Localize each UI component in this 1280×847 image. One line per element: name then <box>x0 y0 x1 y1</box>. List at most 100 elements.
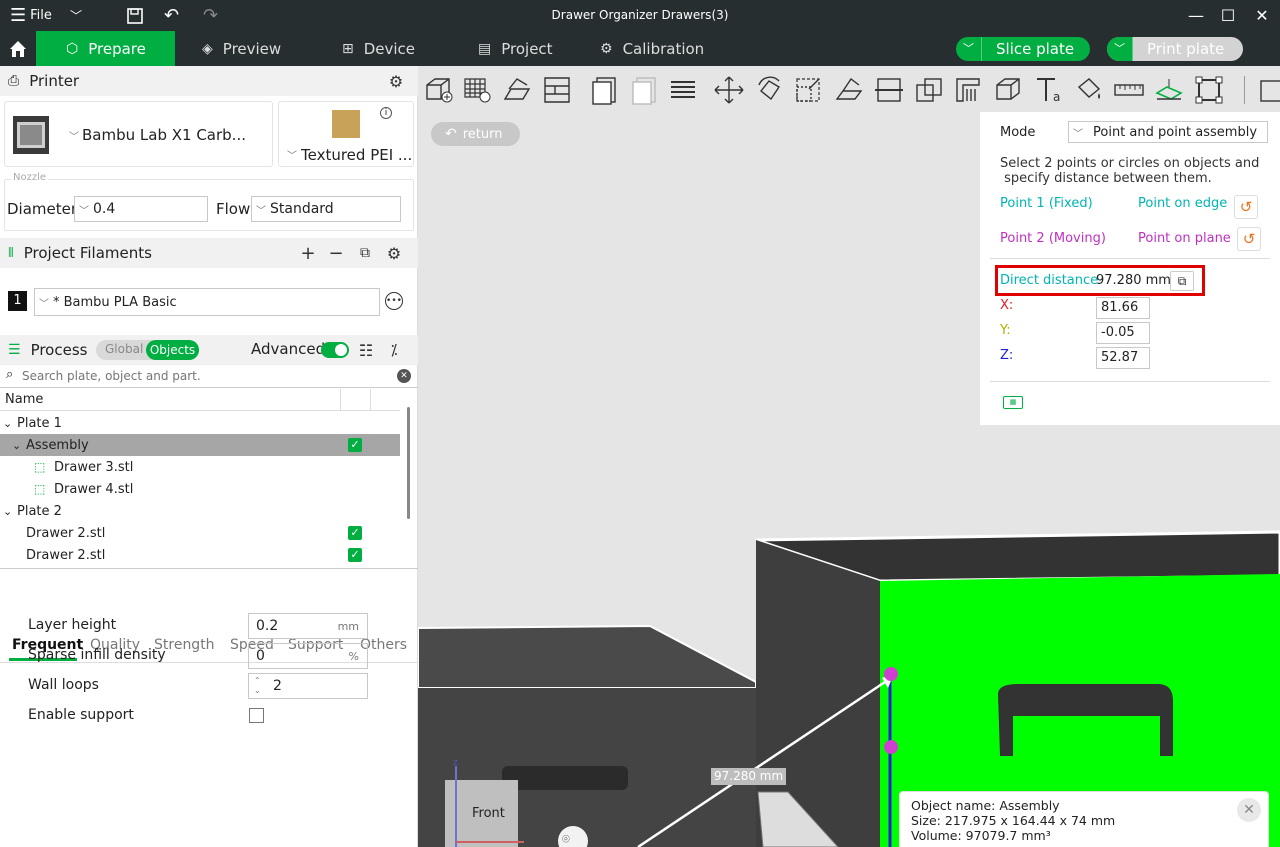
boolean-button[interactable] <box>912 74 946 106</box>
tab-preview[interactable]: ◈ Preview <box>202 31 281 66</box>
clear-search-icon[interactable]: ✕ <box>397 369 411 383</box>
cut-button[interactable] <box>872 74 906 106</box>
tree-row-plate-2[interactable]: ⌄ Plate 2 <box>0 500 400 522</box>
chevron-down-icon[interactable]: ⌄ <box>3 505 17 518</box>
process-icon: ☰ <box>8 342 21 358</box>
text-button[interactable]: a <box>1032 74 1066 106</box>
remove-filament-icon[interactable]: − <box>326 243 346 264</box>
measure-panel: Mode ﹀ Point and point assembly Select 2… <box>980 112 1280 425</box>
tree-row-part[interactable]: ⬚ Drawer 3.stl <box>0 456 400 478</box>
add-plate-button[interactable] <box>460 74 494 106</box>
sync-filament-icon[interactable]: ⧉ <box>355 243 375 263</box>
gear-icon[interactable]: ⚙ <box>386 71 406 91</box>
tab-device[interactable]: ⊞ Device <box>342 31 415 66</box>
menu-dropdown-button[interactable]: ﹀ <box>70 0 82 31</box>
tree-row-assembly[interactable]: ⌄ Assembly ✓ <box>0 434 400 456</box>
object-list-scrollbar[interactable] <box>407 407 410 519</box>
gear-icon[interactable]: ⚙ <box>384 243 404 263</box>
save-button[interactable] <box>126 0 144 31</box>
auto-orient-button[interactable] <box>500 74 534 106</box>
lay-on-face-button[interactable] <box>832 74 866 106</box>
file-menu[interactable]: ☰ File <box>10 0 52 31</box>
mode-select[interactable]: ﹀ Point and point assembly <box>1068 121 1268 143</box>
checkbox-checked-icon[interactable]: ✓ <box>348 526 362 540</box>
compare-icon[interactable]: ⁒ <box>384 340 404 360</box>
object-search-input[interactable] <box>22 367 392 385</box>
more-options-icon[interactable]: ••• <box>385 292 403 310</box>
reset-point2-button[interactable]: ↺ <box>1237 227 1261 251</box>
chevron-down-icon[interactable]: ﹀ <box>956 37 982 61</box>
flow-select[interactable]: ﹀ Standard <box>251 196 401 222</box>
checkbox-checked-icon[interactable]: ✓ <box>348 548 362 562</box>
more-tools-button[interactable] <box>1256 74 1280 106</box>
chevron-down-icon[interactable]: ﹀ <box>1107 37 1133 61</box>
color-paint-button[interactable] <box>1072 74 1106 106</box>
seam-paint-button[interactable] <box>992 74 1026 106</box>
reset-point1-button[interactable]: ↺ <box>1234 195 1258 219</box>
advanced-switch[interactable] <box>321 342 349 358</box>
view-cube-front-label[interactable]: Front <box>472 806 505 821</box>
paint-bucket-icon <box>1077 78 1101 99</box>
filament-select[interactable]: ﹀ * Bambu PLA Basic <box>34 288 380 316</box>
chevron-down-icon[interactable]: ⌄ <box>3 417 17 430</box>
close-info-button[interactable]: ✕ <box>1237 798 1261 822</box>
slice-plate-button[interactable]: ﹀ Slice plate <box>956 37 1090 61</box>
toggle-global[interactable]: Global <box>105 342 143 356</box>
home-button[interactable] <box>0 31 36 66</box>
close-button[interactable]: ✕ <box>1244 0 1280 31</box>
stepper-arrows-icon[interactable]: ⌃ ⌄ <box>254 676 261 696</box>
maximize-button[interactable]: ☐ <box>1210 0 1246 31</box>
wall-loops-stepper[interactable]: ⌃ ⌄ 2 <box>248 673 368 699</box>
sparse-infill-input[interactable]: 0 % <box>248 643 368 669</box>
redo-button[interactable]: ↷ <box>203 0 218 31</box>
layer-height-input[interactable]: 0.2 mm <box>248 613 368 639</box>
return-button[interactable]: ↶ return <box>431 122 520 146</box>
enable-support-checkbox[interactable] <box>249 708 264 723</box>
print-plate-button[interactable]: ﹀ Print plate <box>1107 37 1243 61</box>
undo-button[interactable]: ↶ <box>164 0 179 31</box>
list-icon[interactable]: ☷ <box>356 340 376 360</box>
tab-calibration-label: Calibration <box>622 39 705 58</box>
tab-project[interactable]: ▤ Project <box>478 31 553 66</box>
split-objects-button[interactable] <box>588 74 622 106</box>
minimize-button[interactable]: — <box>1178 0 1214 31</box>
x-value[interactable]: 81.66 <box>1096 297 1150 319</box>
tree-row-plate-1[interactable]: ⌄ Plate 1 <box>0 412 400 434</box>
add-object-button[interactable] <box>422 74 456 106</box>
plate-type-selector[interactable]: i ﹀ Textured PEI ... <box>278 101 414 167</box>
fit-view-button[interactable] <box>1192 74 1226 106</box>
tree-row-object[interactable]: Drawer 2.stl ✓ <box>0 522 400 544</box>
tab-calibration[interactable]: ⚙ Calibration <box>600 31 704 66</box>
tree-row-label: Drawer 3.stl <box>54 459 134 475</box>
measure-button[interactable] <box>1112 74 1146 106</box>
tab-prepare-label: Prepare <box>88 39 146 58</box>
rotate-icon <box>758 76 780 101</box>
layers-button[interactable] <box>666 74 700 106</box>
arrange-button[interactable] <box>540 74 574 106</box>
svg-text:a: a <box>1053 90 1060 104</box>
toggle-objects[interactable]: Objects <box>146 340 199 360</box>
tree-row-part[interactable]: ⬚ Drawer 4.stl <box>0 478 400 500</box>
keyboard-shortcuts-icon[interactable]: ▦ <box>1003 396 1023 409</box>
split-parts-button[interactable] <box>628 74 662 106</box>
y-value[interactable]: -0.05 <box>1096 322 1150 344</box>
layer-height-label: Layer height <box>28 617 117 633</box>
camera-reset-icon[interactable]: ⌾ <box>562 832 570 847</box>
tab-prepare[interactable]: ⬡ Prepare <box>36 31 175 66</box>
info-icon[interactable]: i <box>380 107 392 119</box>
move-button[interactable] <box>712 74 746 106</box>
printer-model-selector[interactable]: ﹀ Bambu Lab X1 Carb... <box>4 101 273 167</box>
copy-distance-button[interactable]: ⧉ <box>1170 271 1194 291</box>
diameter-select[interactable]: ﹀ 0.4 <box>74 196 208 222</box>
window-title: Drawer Organizer Drawers(3) <box>551 8 729 22</box>
checkbox-checked-icon[interactable]: ✓ <box>348 438 362 452</box>
global-objects-toggle[interactable]: Global Objects <box>96 340 199 360</box>
support-paint-button[interactable] <box>952 74 986 106</box>
assembly-button[interactable] <box>1152 74 1186 106</box>
chevron-down-icon[interactable]: ⌄ <box>12 439 26 452</box>
add-filament-icon[interactable]: + <box>298 243 318 264</box>
tree-row-object[interactable]: Drawer 2.stl ✓ <box>0 544 400 566</box>
rotate-button[interactable] <box>752 74 786 106</box>
z-value[interactable]: 52.87 <box>1096 347 1150 369</box>
scale-button[interactable] <box>792 74 826 106</box>
